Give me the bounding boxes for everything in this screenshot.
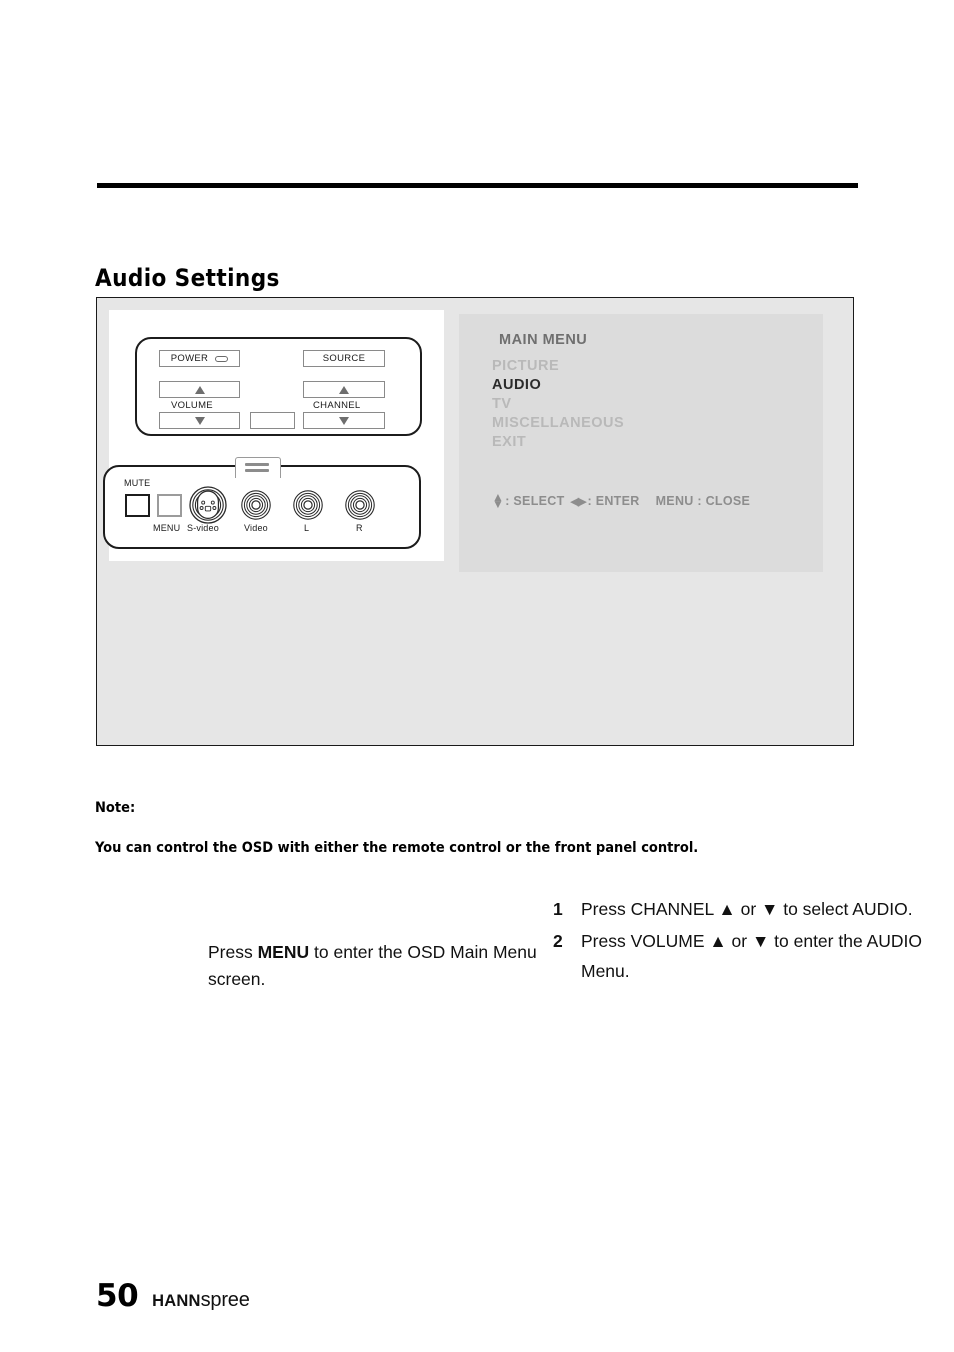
source-button-label: SOURCE [322, 353, 366, 364]
blank-button[interactable] [250, 412, 295, 429]
left-instruction-before: Press [208, 942, 258, 962]
step-text: Press VOLUME ▲ or ▼ to enter the AUDIO M… [581, 931, 923, 982]
left-right-arrows-icon: ◀▶ [570, 495, 587, 508]
osd-item-audio[interactable]: AUDIO [492, 377, 541, 393]
osd-title: MAIN MENU [499, 332, 588, 348]
step-item: 1 Press CHANNEL ▲ or ▼ to select AUDIO. [553, 894, 943, 924]
volume-up-button[interactable] [159, 381, 240, 398]
step-number: 2 [553, 931, 563, 952]
audio-right-label: R [356, 523, 363, 533]
vent-tab-icon [235, 457, 281, 478]
s-video-label: S-video [187, 523, 219, 533]
source-button[interactable]: SOURCE [303, 350, 385, 367]
header-rule [97, 183, 858, 188]
menu-button[interactable] [157, 494, 182, 517]
note-block: Note: You can control the OSD with eithe… [95, 800, 855, 859]
up-down-arrows-icon: ▲ ▼ [492, 490, 505, 511]
osd-hint-enter-label: : ENTER [587, 494, 640, 508]
video-rca-jack-icon [241, 490, 271, 520]
osd-hint-select-label: : SELECT [505, 494, 565, 508]
osd-hint-close-label: MENU : CLOSE [655, 494, 751, 508]
osd-hint-bar: ▲ ▼ : SELECT ◀▶ : ENTER MENU : CLOSE [492, 490, 751, 511]
osd-item-picture[interactable]: PICTURE [492, 358, 559, 374]
osd-item-miscellaneous[interactable]: MISCELLANEOUS [492, 415, 624, 431]
triangle-up-icon [339, 385, 349, 394]
front-panel-upper: POWER SOURCE VOLUME CHANNEL [135, 337, 422, 436]
osd-item-tv[interactable]: TV [492, 396, 512, 412]
brand-logo-bold: HANN [152, 1292, 201, 1310]
figure-box: POWER SOURCE VOLUME CHANNEL MUTE MENU S-… [96, 297, 922, 989]
left-instruction-bold: MENU [257, 942, 310, 962]
step-item: 2 Press VOLUME ▲ or ▼ to enter the AUDIO… [553, 926, 943, 986]
brand-logo: HANNspree [152, 1289, 250, 1312]
step-text: Press CHANNEL ▲ or ▼ to select AUDIO. [581, 899, 913, 919]
channel-down-button[interactable] [303, 412, 385, 429]
power-button-label: POWER [170, 353, 209, 364]
menu-label: MENU [153, 523, 181, 533]
audio-left-label: L [304, 523, 310, 533]
triangle-down-icon [194, 416, 205, 425]
step-number: 1 [553, 899, 563, 919]
triangle-down-icon [339, 416, 349, 425]
mute-button[interactable] [125, 494, 150, 517]
brand-logo-light: spree [200, 1289, 250, 1311]
power-button[interactable]: POWER [159, 350, 240, 367]
video-label: Video [244, 523, 268, 533]
channel-label: CHANNEL [313, 400, 361, 411]
audio-left-rca-jack-icon [293, 490, 323, 520]
osd-screen: MAIN MENU PICTURE AUDIO TV MISCELLANEOUS… [459, 314, 823, 572]
step-list: 1 Press CHANNEL ▲ or ▼ to select AUDIO. … [553, 894, 943, 988]
note-label: Note: [95, 800, 136, 816]
page-title: Audio Settings [95, 264, 280, 293]
mute-label: MUTE [124, 478, 151, 488]
audio-right-rca-jack-icon [345, 490, 375, 520]
triangle-up-icon [194, 385, 205, 394]
volume-down-button[interactable] [159, 412, 240, 429]
note-body: You can control the OSD with either the … [95, 840, 699, 856]
volume-label: VOLUME [171, 400, 213, 411]
s-video-jack-icon [189, 486, 227, 524]
osd-item-exit[interactable]: EXIT [492, 434, 526, 450]
page-number: 50 [96, 1278, 139, 1314]
channel-up-button[interactable] [303, 381, 385, 398]
page-footer: 50 HANNspree [96, 1278, 250, 1314]
left-instruction: Press MENU to enter the OSD Main Menu sc… [208, 939, 538, 993]
power-led-icon [215, 355, 229, 362]
